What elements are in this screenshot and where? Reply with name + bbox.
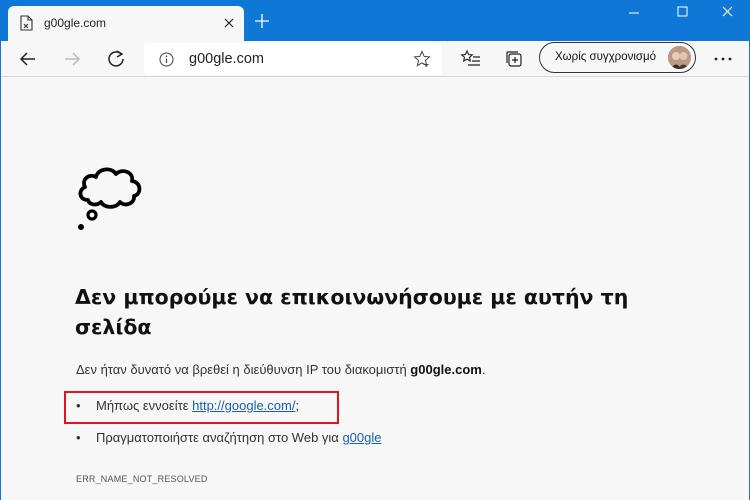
- favorites-list-icon[interactable]: [460, 48, 482, 70]
- thought-cloud-icon: [78, 167, 142, 230]
- highlight-box: [64, 391, 339, 424]
- new-tab-icon[interactable]: [253, 12, 271, 30]
- search-web-link[interactable]: g00gle: [342, 430, 381, 445]
- error-description-end: .: [481, 362, 486, 377]
- browser-toolbar: g00gle.com Χωρίς συγχρονισμό: [0, 41, 750, 77]
- broken-page-icon: [20, 15, 33, 31]
- tab-title: g00gle.com: [44, 16, 107, 30]
- avatar: [668, 46, 691, 69]
- error-description: Δεν ήταν δυνατό να βρεθεί η διεύθυνση IP…: [76, 362, 485, 377]
- suggestion-text: Πραγματοποιήστε αναζήτηση στο Web για: [96, 430, 343, 445]
- error-code: ERR_NAME_NOT_RESOLVED: [76, 474, 208, 484]
- error-description-text: Δεν ήταν δυνατό να βρεθεί η διεύθυνση IP…: [76, 362, 411, 377]
- close-icon[interactable]: [704, 0, 750, 28]
- maximize-icon[interactable]: [659, 0, 705, 28]
- window-border-left: [0, 41, 1, 500]
- title-bar: g00gle.com: [0, 0, 750, 41]
- collections-icon[interactable]: [503, 48, 525, 70]
- refresh-icon[interactable]: [105, 48, 127, 70]
- sync-status-label: Χωρίς συγχρονισμό: [555, 51, 657, 63]
- browser-tab[interactable]: g00gle.com: [8, 6, 244, 41]
- more-menu-icon[interactable]: [712, 48, 734, 70]
- error-heading: Δεν μπορούμε να επικοινωνήσουμε με αυτήν…: [75, 285, 629, 339]
- back-arrow-icon[interactable]: [17, 48, 39, 70]
- tab-close-icon[interactable]: [220, 14, 238, 32]
- minimize-icon[interactable]: [611, 0, 657, 28]
- info-icon[interactable]: [159, 52, 174, 67]
- list-item: • Πραγματοποιήστε αναζήτηση στο Web για g…: [76, 430, 381, 462]
- profile-sync-button[interactable]: Χωρίς συγχρονισμό: [539, 42, 696, 73]
- address-text[interactable]: g00gle.com: [189, 51, 264, 67]
- favorite-star-icon[interactable]: [413, 50, 431, 68]
- error-host: g00gle.com: [410, 362, 482, 377]
- bullet: •: [76, 430, 81, 445]
- forward-arrow-icon[interactable]: [61, 48, 83, 70]
- address-bar[interactable]: g00gle.com: [144, 43, 442, 75]
